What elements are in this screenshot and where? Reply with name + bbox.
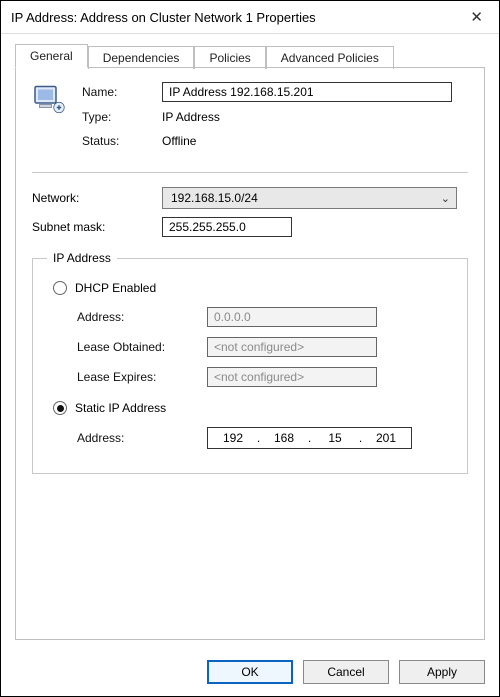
tab-strip: General Dependencies Policies Advanced P… bbox=[15, 44, 485, 68]
static-ip-input[interactable]: . . . bbox=[207, 427, 412, 449]
chevron-down-icon: ⌄ bbox=[441, 192, 450, 205]
tab-policies[interactable]: Policies bbox=[194, 46, 265, 69]
tab-advanced-policies[interactable]: Advanced Policies bbox=[266, 46, 394, 69]
type-value: IP Address bbox=[162, 108, 220, 126]
static-radio[interactable] bbox=[53, 401, 67, 415]
separator bbox=[32, 172, 468, 173]
resource-icon-cell bbox=[32, 82, 82, 156]
dialog-buttons: OK Cancel Apply bbox=[1, 650, 499, 696]
tab-general[interactable]: General bbox=[15, 44, 88, 68]
network-select[interactable]: 192.168.15.0/24 ⌄ bbox=[162, 187, 457, 209]
ip-address-legend: IP Address bbox=[47, 251, 117, 265]
type-label: Type: bbox=[82, 110, 162, 124]
apply-button[interactable]: Apply bbox=[399, 660, 485, 684]
content-area: General Dependencies Policies Advanced P… bbox=[1, 34, 499, 650]
titlebar: IP Address: Address on Cluster Network 1… bbox=[1, 1, 499, 34]
tab-dependencies[interactable]: Dependencies bbox=[88, 46, 195, 69]
dhcp-radio-label: DHCP Enabled bbox=[75, 281, 156, 295]
ip-octet-3[interactable] bbox=[318, 430, 352, 446]
status-label: Status: bbox=[82, 134, 162, 148]
lease-expires-label: Lease Expires: bbox=[77, 370, 207, 384]
dialog-window: IP Address: Address on Cluster Network 1… bbox=[0, 0, 500, 697]
static-radio-row[interactable]: Static IP Address bbox=[53, 401, 453, 415]
status-value: Offline bbox=[162, 132, 196, 150]
tab-page-general: Name: Type: IP Address Status: Offline N… bbox=[15, 67, 485, 640]
ip-octet-1[interactable] bbox=[216, 430, 250, 446]
static-radio-label: Static IP Address bbox=[75, 401, 166, 415]
lease-expires-value bbox=[207, 367, 377, 387]
network-label: Network: bbox=[32, 191, 162, 205]
window-title: IP Address: Address on Cluster Network 1… bbox=[11, 10, 316, 25]
static-address-label: Address: bbox=[77, 431, 207, 445]
close-button[interactable]: ✕ bbox=[449, 7, 489, 27]
cancel-button[interactable]: Cancel bbox=[303, 660, 389, 684]
name-label: Name: bbox=[82, 85, 162, 99]
close-icon: ✕ bbox=[470, 9, 483, 26]
ip-octet-4[interactable] bbox=[369, 430, 403, 446]
lease-obtained-value bbox=[207, 337, 377, 357]
network-selected-value: 192.168.15.0/24 bbox=[171, 191, 258, 205]
ip-address-group: IP Address DHCP Enabled Address: Lease O… bbox=[32, 251, 468, 474]
name-input[interactable] bbox=[162, 82, 452, 102]
dhcp-radio-row[interactable]: DHCP Enabled bbox=[53, 281, 453, 295]
dhcp-radio[interactable] bbox=[53, 281, 67, 295]
ok-button[interactable]: OK bbox=[207, 660, 293, 684]
subnet-mask-label: Subnet mask: bbox=[32, 220, 162, 234]
subnet-mask-input[interactable] bbox=[162, 217, 292, 237]
computer-icon bbox=[32, 82, 68, 121]
dhcp-address-value bbox=[207, 307, 377, 327]
lease-obtained-label: Lease Obtained: bbox=[77, 340, 207, 354]
ip-octet-2[interactable] bbox=[267, 430, 301, 446]
dhcp-address-label: Address: bbox=[77, 310, 207, 324]
